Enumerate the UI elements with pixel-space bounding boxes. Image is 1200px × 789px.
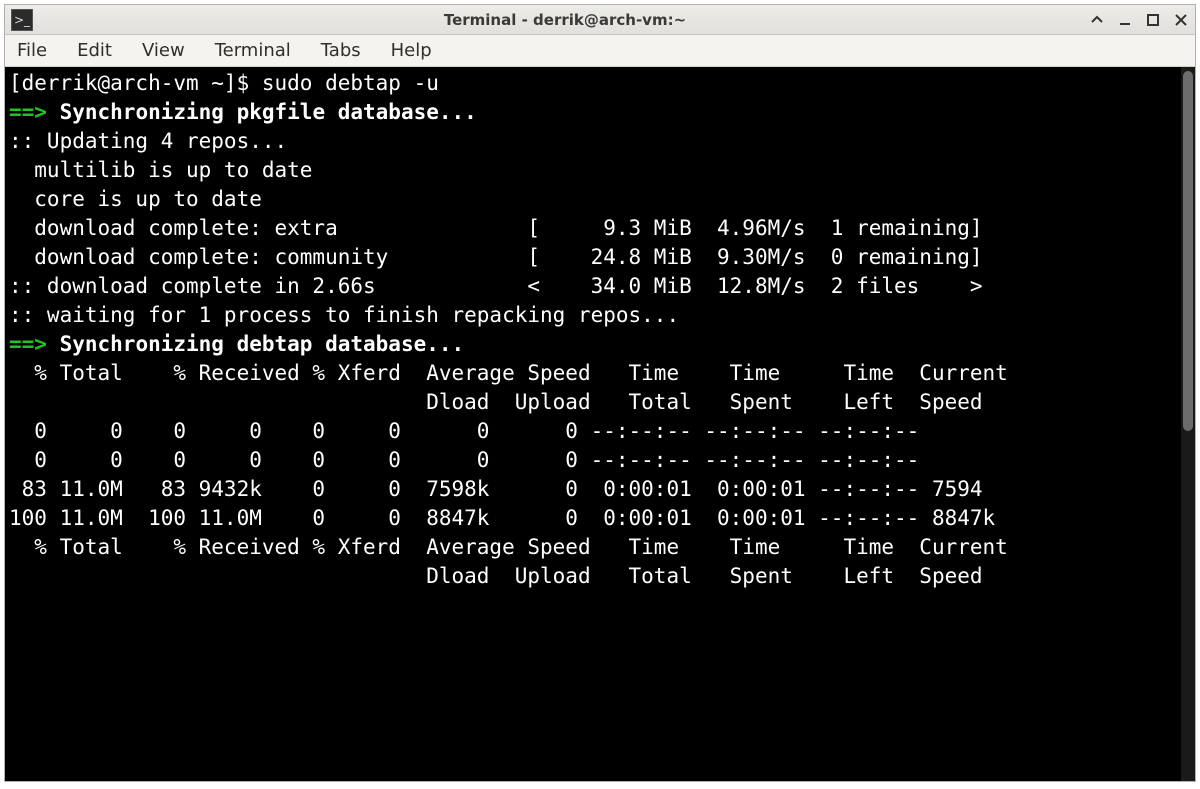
- output-line: :: Updating 4 repos...: [9, 129, 287, 153]
- window-controls: [1089, 12, 1189, 28]
- maximize-icon: [1146, 13, 1160, 27]
- output-line: core is up to date: [9, 187, 262, 211]
- curl-row: 83 11.0M 83 9432k 0 0 7598k 0 0:00:01 0:…: [9, 477, 983, 501]
- menu-view[interactable]: View: [138, 37, 189, 64]
- terminal-app-icon: >_: [11, 9, 33, 31]
- menu-tabs[interactable]: Tabs: [317, 37, 365, 64]
- terminal-output[interactable]: [derrik@arch-vm ~]$ sudo debtap -u ==> S…: [5, 67, 1181, 781]
- scrollbar-thumb[interactable]: [1183, 71, 1193, 431]
- menu-terminal[interactable]: Terminal: [211, 37, 295, 64]
- arrow-marker: ==>: [9, 332, 47, 356]
- shell-prompt: [derrik@arch-vm ~]$: [9, 71, 262, 95]
- curl-header: % Total % Received % Xferd Average Speed…: [9, 361, 1008, 385]
- sync-debtap-msg: Synchronizing debtap database...: [47, 332, 464, 356]
- curl-row: 100 11.0M 100 11.0M 0 0 8847k 0 0:00:01 …: [9, 506, 995, 530]
- window-title: Terminal - derrik@arch-vm:~: [41, 11, 1089, 29]
- command-text: sudo debtap -u: [262, 71, 439, 95]
- close-icon: [1174, 13, 1188, 27]
- curl-row: 0 0 0 0 0 0 0 0 --:--:-- --:--:-- --:--:…: [9, 448, 919, 472]
- menu-file[interactable]: File: [13, 37, 51, 64]
- output-line: download complete: extra [ 9.3 MiB 4.96M…: [9, 216, 983, 240]
- close-button[interactable]: [1173, 12, 1189, 28]
- sync-pkgfile-msg: Synchronizing pkgfile database...: [47, 100, 477, 124]
- curl-header: Dload Upload Total Spent Left Speed: [9, 564, 983, 588]
- rollup-button[interactable]: [1089, 12, 1105, 28]
- scrollbar[interactable]: [1181, 67, 1195, 781]
- menu-edit[interactable]: Edit: [73, 37, 116, 64]
- menu-help[interactable]: Help: [387, 37, 436, 64]
- curl-header: % Total % Received % Xferd Average Speed…: [9, 535, 1008, 559]
- menubar: File Edit View Terminal Tabs Help: [5, 35, 1195, 67]
- curl-row: 0 0 0 0 0 0 0 0 --:--:-- --:--:-- --:--:…: [9, 419, 919, 443]
- output-line: :: waiting for 1 process to finish repac…: [9, 303, 679, 327]
- arrow-marker: ==>: [9, 100, 47, 124]
- terminal-window: >_ Terminal - derrik@arch-vm:~ File Edit…: [4, 4, 1196, 782]
- minimize-button[interactable]: [1117, 12, 1133, 28]
- terminal-area: [derrik@arch-vm ~]$ sudo debtap -u ==> S…: [5, 67, 1195, 781]
- titlebar[interactable]: >_ Terminal - derrik@arch-vm:~: [5, 5, 1195, 35]
- output-line: :: download complete in 2.66s < 34.0 MiB…: [9, 274, 983, 298]
- output-line: download complete: community [ 24.8 MiB …: [9, 245, 983, 269]
- minimize-icon: [1118, 13, 1132, 27]
- output-line: multilib is up to date: [9, 158, 312, 182]
- maximize-button[interactable]: [1145, 12, 1161, 28]
- curl-header: Dload Upload Total Spent Left Speed: [9, 390, 983, 414]
- chevron-up-icon: [1090, 13, 1104, 27]
